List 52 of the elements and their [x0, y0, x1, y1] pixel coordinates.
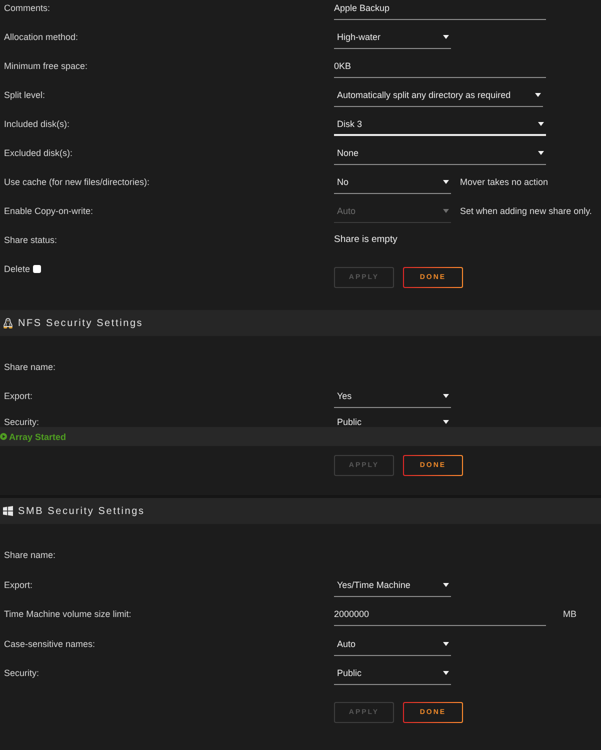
section-title: NFS Security Settings	[18, 318, 144, 328]
field-label: Export:	[4, 578, 34, 592]
field-label: Security:	[4, 417, 40, 427]
field-label: Included disk(s):	[4, 118, 71, 131]
dropdown-field[interactable]: No	[334, 174, 451, 194]
field-label: Export:	[4, 390, 34, 403]
field-label: Share status:	[4, 234, 58, 247]
status-message: Array Started	[9, 432, 66, 442]
dropdown-field[interactable]: Yes/Time Machine	[334, 576, 451, 596]
text-field[interactable]: 2000000	[334, 606, 546, 626]
caret-icon	[443, 642, 449, 646]
field-label: Share name:	[4, 549, 57, 562]
hint-text: Set when adding new share only.	[460, 205, 592, 218]
section-title: SMB Security Settings	[18, 506, 145, 516]
checkbox[interactable]	[33, 265, 42, 273]
caret-icon	[443, 209, 449, 213]
field-label: Delete	[4, 263, 30, 276]
dropdown-field[interactable]: None	[334, 145, 546, 165]
field-label: Time Machine volume size limit:	[4, 608, 132, 621]
field-label: Split level:	[4, 89, 46, 102]
field-label: Case-sensitive names:	[4, 638, 96, 650]
field-label: Use cache (for new files/directories):	[4, 176, 151, 189]
field-label: Share name:	[4, 361, 57, 374]
field-label: Enable Copy-on-write:	[4, 205, 94, 218]
caret-icon	[443, 35, 449, 39]
penguin-icon	[3, 318, 13, 328]
caret-icon	[443, 180, 449, 184]
field-label: Allocation method:	[4, 31, 80, 44]
dropdown-field[interactable]: Auto	[334, 636, 451, 656]
caret-icon	[538, 151, 544, 155]
field-label: Comments:	[4, 2, 52, 15]
text-field[interactable]: 0KB	[334, 58, 546, 78]
caret-icon	[443, 394, 449, 398]
dropdown-field[interactable]: Public	[334, 417, 451, 427]
dropdown-field[interactable]: Automatically split any directory as required	[334, 87, 543, 107]
status-text: Share is empty	[334, 233, 398, 247]
field-label: Excluded disk(s):	[4, 147, 74, 160]
dropdown-field[interactable]: High-water	[334, 29, 451, 49]
field-label: Security:	[4, 667, 40, 680]
four-squares-icon	[3, 506, 13, 516]
caret-icon	[538, 122, 544, 126]
field-label: Minimum free space:	[4, 60, 89, 73]
unit-label: MB	[563, 608, 576, 621]
dropdown-field[interactable]: Disk 3	[334, 116, 546, 136]
caret-icon	[443, 582, 449, 586]
text-field[interactable]: Apple Backup	[334, 0, 546, 20]
caret-icon	[534, 93, 541, 97]
caret-icon	[443, 420, 449, 424]
dropdown-field[interactable]: Public	[334, 665, 451, 685]
hint-text: Mover takes no action	[460, 176, 548, 189]
caret-icon	[443, 671, 449, 675]
dropdown-field[interactable]: Yes	[334, 388, 451, 408]
